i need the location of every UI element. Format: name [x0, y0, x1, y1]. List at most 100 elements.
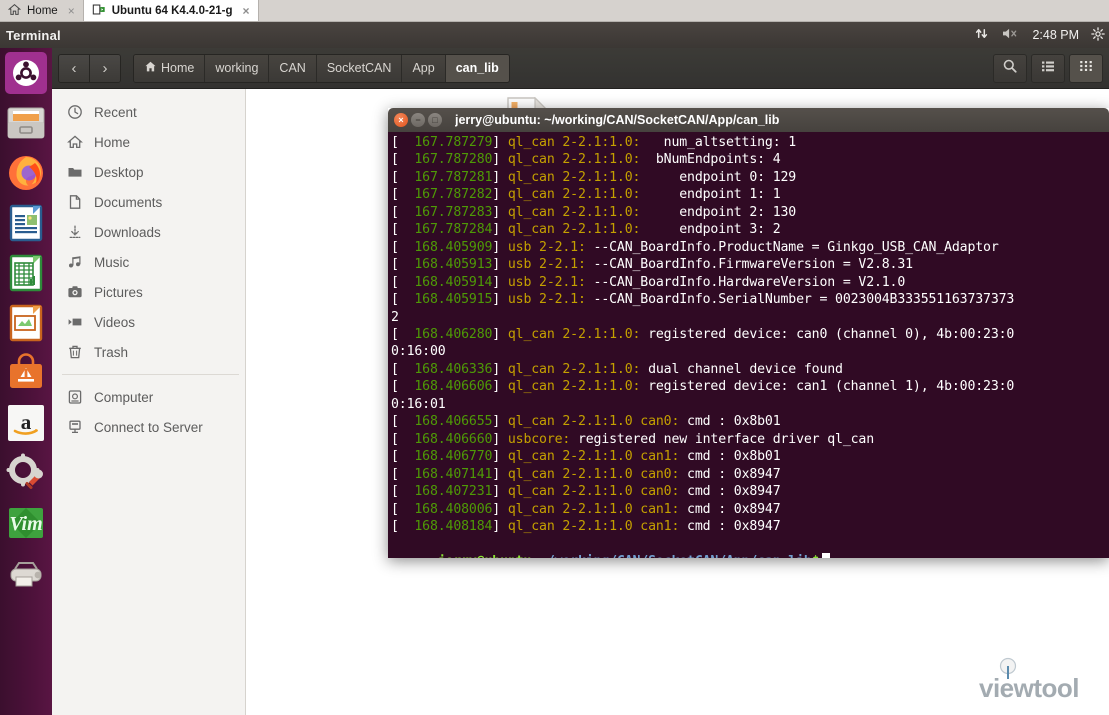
launcher-item-printer[interactable] — [5, 552, 47, 594]
sidebar-item-recent[interactable]: Recent — [52, 97, 245, 127]
breadcrumb-item-app[interactable]: App — [401, 54, 445, 82]
list-view-button[interactable] — [1031, 53, 1065, 83]
terminal-line: [ 168.406655] ql_can 2-2.1:1.0 can0: cmd… — [389, 413, 1109, 430]
breadcrumb-item-working[interactable]: working — [204, 54, 269, 82]
terminal-bracket-open: [ — [391, 449, 399, 465]
terminal-timestamp: 168.408184 — [398, 518, 493, 534]
sidebar-item-documents[interactable]: Documents — [52, 187, 245, 217]
vmware-tab-label: Ubuntu 64 K4.4.0-21-g — [111, 4, 233, 17]
terminal-bracket-open: [ — [391, 204, 399, 220]
sidebar-item-label: Downloads — [94, 224, 161, 240]
close-icon[interactable]: × — [242, 4, 249, 18]
launcher-item-libreoffice-calc[interactable] — [5, 252, 47, 294]
back-button[interactable]: ‹ — [59, 54, 89, 82]
vmware-tab-label: Home — [27, 4, 58, 17]
terminal-bracket-close: ] — [492, 239, 501, 255]
terminal-bracket-open: [ — [391, 152, 399, 168]
terminal-message: registered device: can0 (channel 0), 4b:… — [640, 326, 1015, 342]
terminal-module: usbcore: — [500, 431, 571, 447]
computer-icon — [66, 389, 83, 406]
launcher-item-files[interactable] — [5, 102, 47, 144]
terminal-module: usb 2-2.1: — [500, 257, 586, 273]
close-icon[interactable]: × — [68, 4, 75, 18]
terminal-bracket-open: [ — [391, 501, 399, 517]
breadcrumb-item-socketcan[interactable]: SocketCAN — [315, 54, 402, 82]
sidebar-item-pictures[interactable]: Pictures — [52, 277, 245, 307]
launcher-item-system-settings[interactable] — [5, 452, 47, 494]
svg-text:a: a — [21, 410, 32, 434]
launcher-item-firefox[interactable] — [5, 152, 47, 194]
network-icon[interactable] — [974, 26, 989, 44]
sidebar-item-label: Computer — [94, 389, 154, 405]
terminal-bracket-open: [ — [391, 292, 399, 308]
breadcrumb-item-can[interactable]: CAN — [268, 54, 316, 82]
vmware-tab-ubuntu[interactable]: Ubuntu 64 K4.4.0-21-g × — [83, 0, 259, 21]
terminal-timestamp: 167.787284 — [398, 222, 493, 238]
terminal-bracket-close: ] — [492, 257, 501, 273]
panel-clock[interactable]: 2:48 PM — [1032, 28, 1079, 42]
breadcrumb-item-can-lib[interactable]: can_lib — [444, 54, 509, 82]
terminal-bracket-close: ] — [492, 484, 501, 500]
launcher-item-libreoffice-impress[interactable] — [5, 302, 47, 344]
gear-icon[interactable] — [1091, 26, 1105, 44]
list-view-icon — [1040, 58, 1056, 79]
breadcrumb-item-home[interactable]: Home — [134, 54, 205, 82]
terminal-output[interactable]: [ 167.787279] ql_can 2-2.1:1.0: num_alts… — [388, 132, 1109, 558]
terminal-bracket-close: ] — [492, 449, 501, 465]
sidebar-item-connect-to-server[interactable]: Connect to Server — [52, 412, 245, 442]
sidebar-item-computer[interactable]: Computer — [52, 382, 245, 412]
launcher-item-gvim[interactable]: Vim — [5, 502, 47, 544]
terminal-message: cmd : 0x8947 — [679, 501, 781, 517]
toolbar-actions — [993, 53, 1103, 83]
terminal-timestamp: 168.406606 — [398, 379, 493, 395]
terminal-bracket-close: ] — [492, 169, 501, 185]
terminal-module: ql_can 2-2.1:1.0: — [500, 361, 641, 377]
prompt-user: jerry@ubuntu — [438, 554, 532, 558]
terminal-bracket-close: ] — [492, 431, 501, 447]
terminal-message: cmd : 0x8947 — [679, 518, 781, 534]
breadcrumb-label: App — [412, 61, 435, 75]
terminal-line: [ 168.405913] usb 2-2.1: --CAN_BoardInfo… — [389, 256, 1109, 273]
launcher-item-ubuntu-dash[interactable] — [5, 52, 47, 94]
sidebar-item-music[interactable]: Music — [52, 247, 245, 277]
launcher-item-libreoffice-writer[interactable] — [5, 202, 47, 244]
terminal-timestamp: 167.787283 — [398, 204, 493, 220]
search-button[interactable] — [993, 53, 1027, 83]
forward-button[interactable]: › — [89, 54, 120, 82]
sidebar-item-label: Desktop — [94, 164, 144, 180]
sidebar-item-downloads[interactable]: Downloads — [52, 217, 245, 247]
close-icon[interactable]: × — [394, 113, 408, 127]
breadcrumb-label: Home — [161, 61, 195, 75]
panel-app-name[interactable]: Terminal — [0, 28, 61, 43]
server-icon — [66, 419, 83, 436]
terminal-bracket-open: [ — [391, 187, 399, 203]
terminal-line: [ 168.407141] ql_can 2-2.1:1.0 can0: cmd… — [389, 466, 1109, 483]
terminal-message: endpoint 2: 130 — [640, 204, 797, 220]
sidebar-item-desktop[interactable]: Desktop — [52, 157, 245, 187]
sidebar-item-videos[interactable]: Videos — [52, 307, 245, 337]
terminal-prompt-line: jerry@ubuntu:~/working/CAN/SocketCAN/App… — [389, 535, 1109, 558]
terminal-bracket-close: ] — [492, 152, 501, 168]
terminal-timestamp: 168.405914 — [398, 274, 493, 290]
launcher-item-amazon[interactable]: a — [5, 402, 47, 444]
terminal-bracket-open: [ — [391, 361, 399, 377]
grid-view-button[interactable] — [1069, 53, 1103, 83]
launcher-item-ubuntu-software[interactable] — [5, 352, 47, 394]
terminal-module: ql_can 2-2.1:1.0: — [500, 152, 641, 168]
sidebar-item-home[interactable]: Home — [52, 127, 245, 157]
terminal-timestamp: 168.407141 — [398, 466, 493, 482]
vmware-tab-home[interactable]: Home × — [0, 0, 84, 21]
maximize-icon[interactable]: □ — [428, 113, 442, 127]
terminal-title-bar[interactable]: × − □ jerry@ubuntu: ~/working/CAN/Socket… — [388, 108, 1109, 132]
sidebar-item-trash[interactable]: Trash — [52, 337, 245, 367]
terminal-bracket-open: [ — [391, 169, 399, 185]
terminal-line-wrap: 2 — [391, 309, 399, 325]
breadcrumb-label: CAN — [279, 61, 306, 75]
minimize-icon[interactable]: − — [411, 113, 425, 127]
terminal-message: registered new interface driver ql_can — [570, 431, 874, 447]
terminal-message: endpoint 3: 2 — [640, 222, 781, 238]
terminal-message: --CAN_BoardInfo.FirmwareVersion = V2.8.3… — [585, 257, 914, 273]
volume-muted-icon[interactable] — [1001, 26, 1020, 44]
terminal-timestamp: 167.787280 — [398, 152, 493, 168]
terminal-timestamp: 168.406280 — [398, 326, 493, 342]
